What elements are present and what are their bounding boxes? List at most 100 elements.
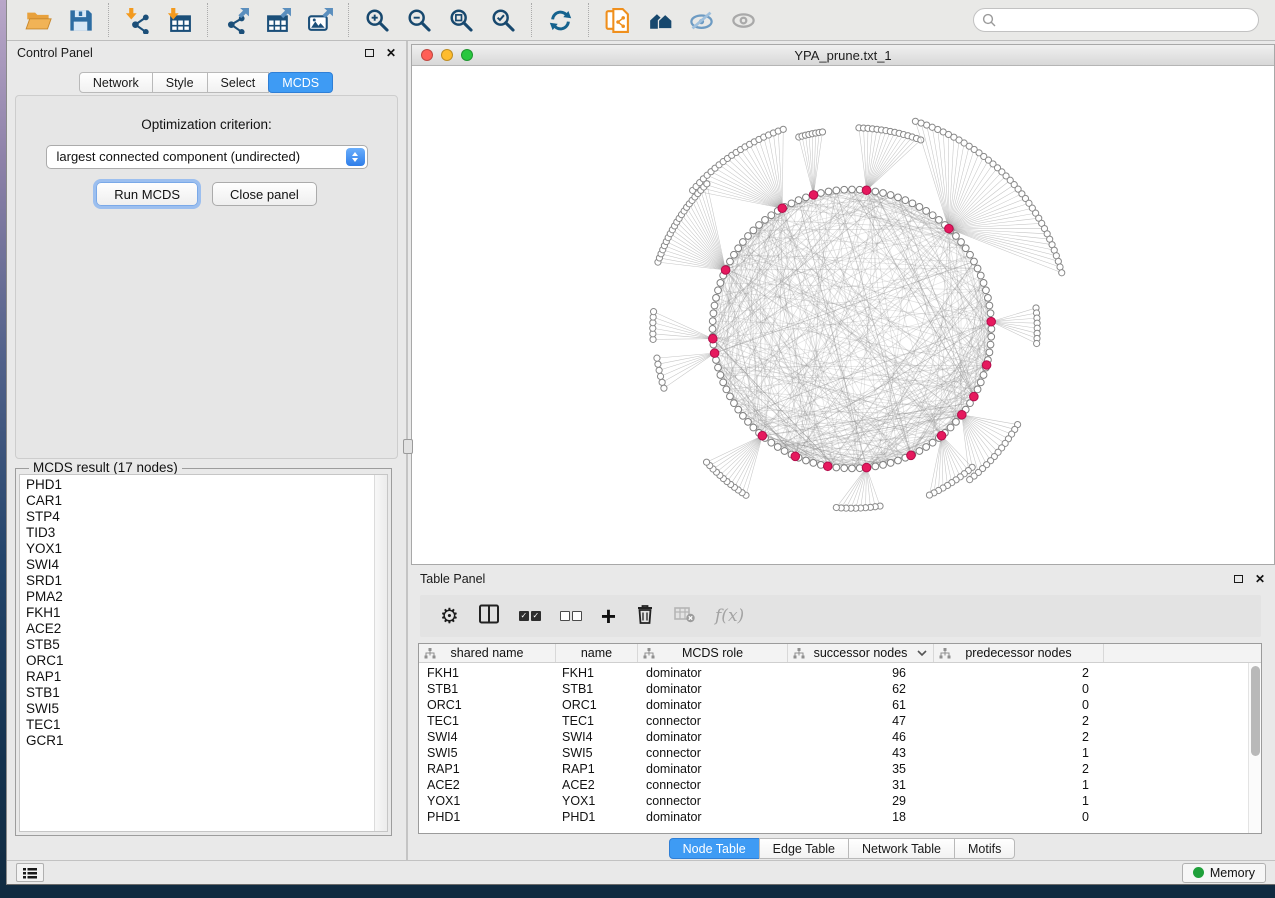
- table-row[interactable]: YOX1YOX1connector291: [419, 793, 1261, 809]
- mcds-node-item[interactable]: STB1: [20, 685, 387, 701]
- mcds-node-item[interactable]: PHD1: [20, 477, 387, 493]
- mcds-node-item[interactable]: YOX1: [20, 541, 387, 557]
- network-window-titlebar[interactable]: YPA_prune.txt_1: [412, 45, 1274, 66]
- open-in-ndex-icon[interactable]: [602, 5, 632, 35]
- select-all-rows-icon[interactable]: ✓✓: [519, 611, 541, 621]
- close-table-panel-icon[interactable]: ✕: [1255, 572, 1265, 586]
- mcds-node-item[interactable]: CAR1: [20, 493, 387, 509]
- table-scrollbar[interactable]: [1248, 663, 1261, 833]
- column-header-successor-nodes[interactable]: successor nodes: [788, 644, 934, 662]
- tab-mcds[interactable]: MCDS: [268, 72, 333, 93]
- table-cell: dominator: [638, 761, 788, 777]
- mcds-node-item[interactable]: PMA2: [20, 589, 387, 605]
- tab-select[interactable]: Select: [207, 72, 270, 93]
- table-cell: FKH1: [556, 665, 638, 681]
- network-canvas[interactable]: [412, 66, 1274, 564]
- memory-button[interactable]: Memory: [1182, 863, 1266, 883]
- table-row[interactable]: STB1STB1dominator620: [419, 681, 1261, 697]
- mcds-node-item[interactable]: ORC1: [20, 653, 387, 669]
- table-row[interactable]: PHD1PHD1dominator180: [419, 809, 1261, 825]
- table-row[interactable]: ACE2ACE2connector311: [419, 777, 1261, 793]
- table-cell: dominator: [638, 729, 788, 745]
- show-columns-icon[interactable]: [478, 603, 500, 630]
- save-session-icon[interactable]: [65, 5, 95, 35]
- tab-style[interactable]: Style: [152, 72, 208, 93]
- zoom-in-icon[interactable]: [362, 5, 392, 35]
- table-row[interactable]: SWI5SWI5connector431: [419, 745, 1261, 761]
- close-panel-button[interactable]: Close panel: [212, 182, 317, 206]
- refresh-view-icon[interactable]: [545, 5, 575, 35]
- tab-node-table[interactable]: Node Table: [669, 838, 760, 859]
- delete-columns-icon[interactable]: [635, 603, 655, 630]
- table-cell: 2: [934, 713, 1104, 729]
- first-neighbors-icon[interactable]: [644, 5, 674, 35]
- import-network-icon[interactable]: [122, 5, 152, 35]
- mcds-node-item[interactable]: ACE2: [20, 621, 387, 637]
- delete-table-disabled-icon: [674, 605, 696, 628]
- node-table: shared namenameMCDS rolesuccessor nodesp…: [418, 643, 1262, 834]
- open-file-icon[interactable]: [23, 5, 53, 35]
- table-row[interactable]: ORC1ORC1dominator610: [419, 697, 1261, 713]
- table-cell: TEC1: [419, 713, 556, 729]
- table-row[interactable]: FKH1FKH1dominator962: [419, 665, 1261, 681]
- tab-network[interactable]: Network: [79, 72, 153, 93]
- minimize-window-icon[interactable]: [441, 49, 453, 61]
- mcds-node-item[interactable]: SWI5: [20, 701, 387, 717]
- tab-motifs[interactable]: Motifs: [954, 838, 1015, 859]
- table-cell: connector: [638, 713, 788, 729]
- hide-selected-icon[interactable]: [686, 5, 716, 35]
- zoom-out-icon[interactable]: [404, 5, 434, 35]
- export-network-icon[interactable]: [221, 5, 251, 35]
- float-table-panel-icon[interactable]: [1234, 575, 1243, 583]
- column-header-predecessor-nodes[interactable]: predecessor nodes: [934, 644, 1104, 662]
- result-scrollbar[interactable]: [374, 475, 387, 831]
- zoom-selected-icon[interactable]: [488, 5, 518, 35]
- table-cell: ORC1: [419, 697, 556, 713]
- select-stepper-icon: [346, 148, 365, 166]
- mcds-node-item[interactable]: STB5: [20, 637, 387, 653]
- table-options-gear-icon[interactable]: ⚙: [440, 606, 459, 627]
- show-panels-button[interactable]: [16, 863, 44, 882]
- mcds-node-item[interactable]: SRD1: [20, 573, 387, 589]
- close-panel-icon[interactable]: ✕: [386, 46, 396, 60]
- column-header-MCDS-role[interactable]: MCDS role: [638, 644, 788, 662]
- toolbar-separator: [588, 3, 589, 37]
- mcds-node-item[interactable]: STP4: [20, 509, 387, 525]
- mcds-node-item[interactable]: FKH1: [20, 605, 387, 621]
- import-table-icon[interactable]: [164, 5, 194, 35]
- divider-grip[interactable]: [403, 439, 413, 454]
- show-all-icon[interactable]: [728, 5, 758, 35]
- column-header-shared-name[interactable]: shared name: [419, 644, 556, 662]
- table-row[interactable]: SWI4SWI4dominator462: [419, 729, 1261, 745]
- column-header-name[interactable]: name: [556, 644, 638, 662]
- maximize-window-icon[interactable]: [461, 49, 473, 61]
- mcds-node-item[interactable]: SWI4: [20, 557, 387, 573]
- mcds-node-item[interactable]: RAP1: [20, 669, 387, 685]
- table-cell: 0: [934, 697, 1104, 713]
- deselect-all-rows-icon[interactable]: [560, 611, 582, 621]
- optimization-criterion-select[interactable]: largest connected component (undirected): [46, 145, 368, 169]
- table-row[interactable]: RAP1RAP1dominator352: [419, 761, 1261, 777]
- mcds-node-item[interactable]: TID3: [20, 525, 387, 541]
- search-box[interactable]: [973, 8, 1259, 32]
- optimization-criterion-label: Optimization criterion:: [16, 117, 397, 132]
- control-panel-title: Control Panel: [17, 46, 93, 60]
- mcds-node-item[interactable]: TEC1: [20, 717, 387, 733]
- float-panel-icon[interactable]: [365, 49, 374, 57]
- export-table-icon[interactable]: [263, 5, 293, 35]
- table-cell: 1: [934, 745, 1104, 761]
- search-input[interactable]: [973, 8, 1259, 32]
- export-image-icon[interactable]: [305, 5, 335, 35]
- close-window-icon[interactable]: [421, 49, 433, 61]
- table-row[interactable]: TEC1TEC1connector472: [419, 713, 1261, 729]
- table-scrollbar-thumb[interactable]: [1251, 666, 1260, 756]
- run-mcds-button[interactable]: Run MCDS: [96, 182, 198, 206]
- tab-edge-table[interactable]: Edge Table: [759, 838, 849, 859]
- zoom-fit-icon[interactable]: [446, 5, 476, 35]
- table-cell: connector: [638, 745, 788, 761]
- tab-network-table[interactable]: Network Table: [848, 838, 955, 859]
- function-builder-icon: f(x): [715, 606, 744, 626]
- mcds-node-item[interactable]: GCR1: [20, 733, 387, 749]
- table-cell: STB1: [419, 681, 556, 697]
- add-column-icon[interactable]: +: [601, 606, 616, 626]
